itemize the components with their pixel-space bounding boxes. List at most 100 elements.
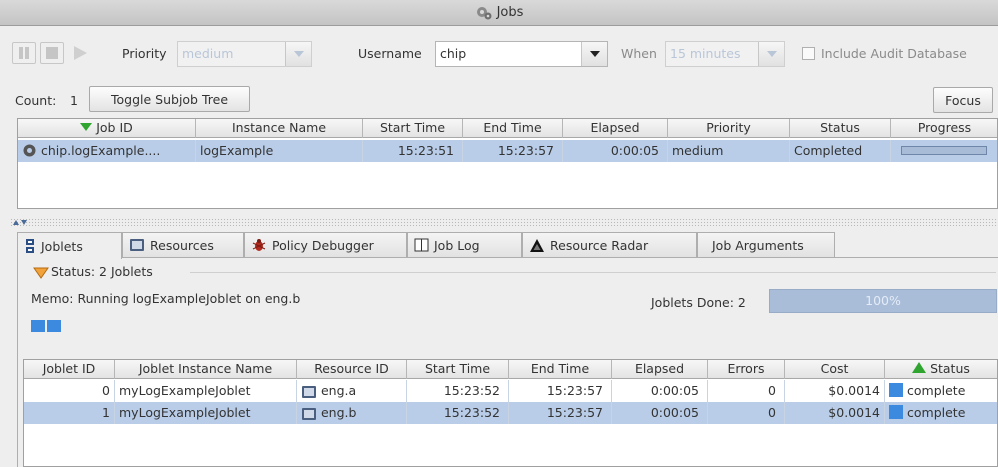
resource-id-cell: eng.a — [297, 380, 407, 402]
elapsed-cell: 0:00:05 — [612, 402, 708, 424]
collapse-arrows-icon[interactable] — [12, 218, 34, 226]
end-time-cell: 15:23:57 — [463, 140, 563, 162]
col-end-time[interactable]: End Time — [463, 119, 563, 138]
col-cost[interactable]: Cost — [785, 360, 885, 379]
col-progress[interactable]: Progress — [891, 119, 998, 138]
jobs-gear-icon — [476, 6, 492, 19]
collapse-triangle-icon[interactable] — [33, 267, 49, 279]
pause-button[interactable] — [12, 42, 36, 64]
gear-icon — [23, 144, 36, 157]
count-label: Count: — [15, 93, 57, 108]
col-end-time[interactable]: End Time — [509, 360, 612, 379]
chevron-down-icon[interactable] — [581, 42, 607, 66]
tab-bar: Joblets Resources Policy Debugger Job Lo… — [17, 232, 998, 259]
status-cell: Completed — [790, 140, 891, 162]
include-audit-label: Include Audit Database — [821, 46, 967, 61]
priority-value: medium — [182, 46, 234, 61]
errors-cell: 0 — [708, 380, 785, 402]
col-priority[interactable]: Priority — [668, 119, 790, 138]
stop-button[interactable] — [40, 42, 64, 64]
tab-label: Job Log — [434, 237, 480, 253]
status-square-icon — [889, 405, 903, 419]
joblet-name-cell: myLogExampleJoblet — [115, 402, 297, 424]
joblets-done-progress: 100% — [769, 289, 997, 313]
tab-job-log[interactable]: Job Log — [407, 232, 522, 257]
cost-cell: $0.0014 — [785, 380, 885, 402]
filter-icon — [80, 123, 93, 131]
toggle-subjob-tree-button[interactable]: Toggle Subjob Tree — [89, 86, 250, 112]
col-elapsed[interactable]: Elapsed — [563, 119, 668, 138]
col-elapsed[interactable]: Elapsed — [612, 360, 708, 379]
errors-cell: 0 — [708, 402, 785, 424]
priority-cell: medium — [668, 140, 790, 162]
joblets-done-label: Joblets Done: 2 — [651, 295, 746, 310]
col-instance-name[interactable]: Instance Name — [196, 119, 363, 138]
tab-label: Job Arguments — [712, 237, 804, 253]
col-status[interactable]: Status — [790, 119, 891, 138]
tab-policy-debugger[interactable]: Policy Debugger — [244, 232, 407, 257]
resource-icon — [302, 385, 316, 398]
chevron-down-icon — [758, 42, 784, 66]
col-joblet-instance-name[interactable]: Joblet Instance Name — [115, 360, 297, 379]
table-row[interactable]: 1 myLogExampleJoblet eng.b 15:23:52 15:2… — [24, 402, 997, 424]
radar-icon — [530, 238, 544, 252]
memo-text: Memo: Running logExampleJoblet on eng.b — [31, 291, 301, 306]
col-start-time[interactable]: Start Time — [363, 119, 463, 138]
tab-label: Resources — [150, 237, 214, 253]
end-time-cell: 15:23:57 — [509, 380, 612, 402]
table-row[interactable]: chip.logExample.... logExample 15:23:51 … — [18, 140, 997, 162]
status-cell: complete — [885, 380, 997, 402]
tab-job-arguments[interactable]: Job Arguments — [697, 232, 835, 257]
joblet-name-cell: myLogExampleJoblet — [115, 380, 297, 402]
priority-label: Priority — [122, 46, 167, 61]
elapsed-cell: 0:00:05 — [563, 140, 668, 162]
col-job-id[interactable]: Job ID — [18, 119, 196, 138]
priority-select[interactable]: medium — [177, 41, 312, 67]
bug-icon — [252, 239, 266, 251]
tab-label: Policy Debugger — [272, 237, 374, 253]
jobs-table-header: Job ID Instance Name Start Time End Time… — [18, 119, 997, 138]
log-icon — [414, 238, 429, 252]
jobs-table: Job ID Instance Name Start Time End Time… — [17, 118, 998, 209]
play-button[interactable] — [68, 42, 92, 64]
tab-resource-radar[interactable]: Resource Radar — [522, 232, 697, 257]
when-select[interactable]: 15 minutes — [665, 41, 785, 67]
elapsed-cell: 0:00:05 — [612, 380, 708, 402]
tab-resources[interactable]: Resources — [122, 232, 244, 257]
focus-button[interactable]: Focus — [933, 87, 993, 113]
pause-icon — [19, 47, 29, 59]
job-id-cell: chip.logExample.... — [18, 140, 196, 162]
col-start-time[interactable]: Start Time — [407, 360, 509, 379]
chevron-down-icon — [285, 42, 311, 66]
col-resource-id[interactable]: Resource ID — [297, 360, 407, 379]
table-row[interactable]: 0 myLogExampleJoblet eng.a 15:23:52 15:2… — [24, 380, 997, 402]
resource-icon — [302, 407, 316, 420]
progress-cell — [891, 140, 998, 162]
username-select[interactable]: chip — [435, 41, 608, 67]
joblets-icon — [26, 239, 34, 253]
col-errors[interactable]: Errors — [708, 360, 785, 379]
pane-splitter[interactable] — [10, 218, 998, 226]
end-time-cell: 15:23:57 — [509, 402, 612, 424]
status-square-icon — [889, 383, 903, 397]
when-value: 15 minutes — [670, 46, 741, 61]
username-value: chip — [440, 46, 467, 61]
start-time-cell: 15:23:52 — [407, 402, 509, 424]
tab-joblets[interactable]: Joblets — [17, 232, 122, 259]
joblet-id-cell: 0 — [24, 380, 115, 402]
section-divider — [190, 272, 996, 273]
joblets-table-header: Joblet ID Joblet Instance Name Resource … — [24, 360, 997, 379]
joblet-id-cell: 1 — [24, 402, 115, 424]
stop-icon — [46, 47, 58, 59]
col-joblet-id[interactable]: Joblet ID — [24, 360, 115, 379]
resource-id-cell: eng.b — [297, 402, 407, 424]
col-status[interactable]: Status — [885, 360, 997, 379]
toolbar: Priority medium Username chip When 15 mi… — [0, 32, 998, 72]
tab-label: Joblets — [41, 238, 83, 254]
include-audit-checkbox[interactable] — [802, 47, 815, 60]
resources-icon — [130, 239, 144, 251]
count-value: 1 — [70, 93, 78, 108]
window-title: Jobs — [496, 5, 524, 20]
status-cell: complete — [885, 402, 997, 424]
window-titlebar: Jobs — [0, 0, 998, 26]
